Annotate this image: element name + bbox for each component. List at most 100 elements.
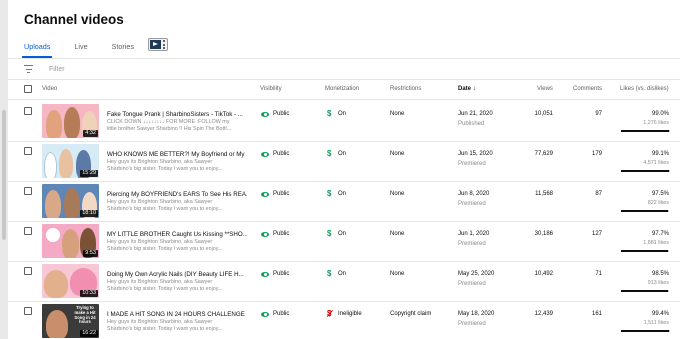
- likes-count: 913 likes: [647, 280, 669, 286]
- visibility-value[interactable]: Public: [273, 151, 289, 157]
- tab-uploads[interactable]: Uploads: [21, 40, 53, 58]
- video-title[interactable]: I MADE A HIT SONG IN 24 HOURS CHALLENGE …: [107, 311, 247, 318]
- dollar-off-icon: $: [327, 309, 332, 318]
- video-thumbnail[interactable]: 15:29: [42, 144, 99, 178]
- restrictions-value[interactable]: Copyright claim: [390, 311, 431, 317]
- dollar-icon: $: [327, 229, 332, 238]
- restrictions-value: None: [390, 151, 405, 157]
- likes-count: 1,881 likes: [643, 240, 669, 246]
- visibility-value[interactable]: Public: [273, 271, 289, 277]
- visibility-value[interactable]: Public: [273, 191, 289, 197]
- likes-percent: 97.5%: [651, 191, 669, 197]
- views-value: 30,186: [534, 231, 553, 237]
- row-checkbox[interactable]: [24, 147, 32, 155]
- visibility-value[interactable]: Public: [273, 231, 289, 237]
- status-value: Premiered: [458, 241, 486, 247]
- monetization-value[interactable]: On: [338, 151, 346, 157]
- status-value: Published: [458, 121, 485, 127]
- monetization-value[interactable]: On: [338, 271, 346, 277]
- eye-icon: [261, 232, 269, 237]
- restrictions-value: None: [390, 231, 405, 237]
- comments-value[interactable]: 87: [595, 191, 602, 197]
- more-options-icon: [163, 40, 165, 49]
- comments-value[interactable]: 127: [592, 231, 602, 237]
- likes-percent: 98.5%: [651, 271, 669, 277]
- row-divider: [8, 261, 680, 262]
- restrictions-value: None: [390, 111, 405, 117]
- video-duration: 16:22: [80, 330, 98, 337]
- likes-bar: [621, 130, 669, 132]
- video-title[interactable]: Piercing My BOYFRIEND's EARS To See His …: [107, 191, 247, 198]
- video-duration: 9:53: [83, 250, 98, 257]
- col-views[interactable]: Views: [537, 86, 553, 92]
- monetization-value[interactable]: On: [338, 231, 346, 237]
- date-value: May 18, 2020: [458, 311, 495, 317]
- video-player-icon[interactable]: [148, 38, 168, 51]
- video-thumbnail[interactable]: 10:33: [42, 264, 99, 298]
- video-title[interactable]: WHO KNOWS ME BETTER?! My Boyfriend or My…: [107, 151, 247, 158]
- video-thumbnail[interactable]: Trying to make a Hit Song in 24 hours 16…: [42, 304, 99, 338]
- row-checkbox[interactable]: [24, 307, 32, 315]
- likes-percent: 99.1%: [651, 151, 669, 157]
- row-checkbox[interactable]: [24, 267, 32, 275]
- visibility-value[interactable]: Public: [273, 111, 289, 117]
- row-divider: [8, 301, 680, 302]
- filter-bar[interactable]: Filter: [24, 62, 65, 76]
- video-thumbnail[interactable]: 18:10: [42, 184, 99, 218]
- comments-value[interactable]: 71: [595, 271, 602, 277]
- likes-percent: 99.0%: [651, 111, 669, 117]
- eye-icon: [261, 192, 269, 197]
- row-checkbox[interactable]: [24, 107, 32, 115]
- date-value: Jun 15, 2020: [458, 151, 493, 157]
- video-description: Sharbino's big sister. Today i want you …: [107, 326, 223, 332]
- video-description: little brother Sawyer Sharbino !! His Sp…: [107, 126, 232, 132]
- monetization-value[interactable]: Ineligible: [338, 311, 362, 317]
- col-likes[interactable]: Likes (vs. dislikes): [620, 86, 669, 92]
- video-title[interactable]: Doing My Own Acrylic Nails (DIY Beauty L…: [107, 271, 247, 278]
- likes-count: 822 likes: [647, 200, 669, 206]
- dollar-icon: $: [327, 149, 332, 158]
- play-icon: [150, 40, 161, 49]
- likes-percent: 97.7%: [651, 231, 669, 237]
- likes-bar: [621, 330, 669, 332]
- row-checkbox[interactable]: [24, 187, 32, 195]
- views-value: 77,629: [534, 151, 553, 157]
- comments-value[interactable]: 179: [592, 151, 602, 157]
- col-date[interactable]: Date ↓: [458, 86, 476, 92]
- tab-stories[interactable]: Stories: [112, 40, 134, 58]
- filter-input[interactable]: Filter: [49, 66, 65, 73]
- date-value: Jun 8, 2020: [458, 191, 490, 197]
- video-thumbnail[interactable]: 4:32: [42, 104, 99, 138]
- select-all-checkbox[interactable]: [24, 85, 32, 93]
- col-comments[interactable]: Comments: [573, 86, 602, 92]
- tab-live[interactable]: Live: [74, 40, 87, 58]
- page-scrollbar-thumb[interactable]: [2, 110, 6, 240]
- monetization-value[interactable]: On: [338, 111, 346, 117]
- likes-bar: [621, 210, 669, 212]
- page-title: Channel videos: [24, 12, 124, 27]
- date-value: Jun 1, 2020: [458, 231, 490, 237]
- restrictions-value: None: [390, 271, 405, 277]
- filter-divider: [8, 79, 680, 80]
- comments-value[interactable]: 161: [592, 311, 602, 317]
- col-visibility[interactable]: Visibility: [260, 86, 282, 92]
- monetization-value[interactable]: On: [338, 191, 346, 197]
- thumbnail-caption: Trying to make a Hit Song in 24 hours: [74, 305, 96, 325]
- video-title[interactable]: Fake Tongue Prank | SharbinoSisters - Ti…: [107, 111, 247, 118]
- video-duration: 4:32: [83, 130, 98, 137]
- visibility-value[interactable]: Public: [273, 311, 289, 317]
- row-checkbox[interactable]: [24, 227, 32, 235]
- col-date-label: Date: [458, 86, 472, 92]
- video-thumbnail[interactable]: 9:53: [42, 224, 99, 258]
- video-duration: 18:10: [80, 210, 98, 217]
- page-scrollbar[interactable]: [0, 0, 8, 339]
- video-title[interactable]: MY LITTLE BROTHER Caught Us Kissing **SH…: [107, 231, 247, 238]
- eye-icon: [261, 312, 269, 317]
- dollar-icon: $: [327, 109, 332, 118]
- header-divider: [8, 99, 680, 100]
- comments-value[interactable]: 97: [595, 111, 602, 117]
- col-restrictions[interactable]: Restrictions: [390, 86, 421, 92]
- video-description: Sharbino's big sister. Today i want you …: [107, 246, 223, 252]
- col-monetization[interactable]: Monetization: [325, 86, 359, 92]
- sort-arrow-down-icon: ↓: [472, 86, 476, 92]
